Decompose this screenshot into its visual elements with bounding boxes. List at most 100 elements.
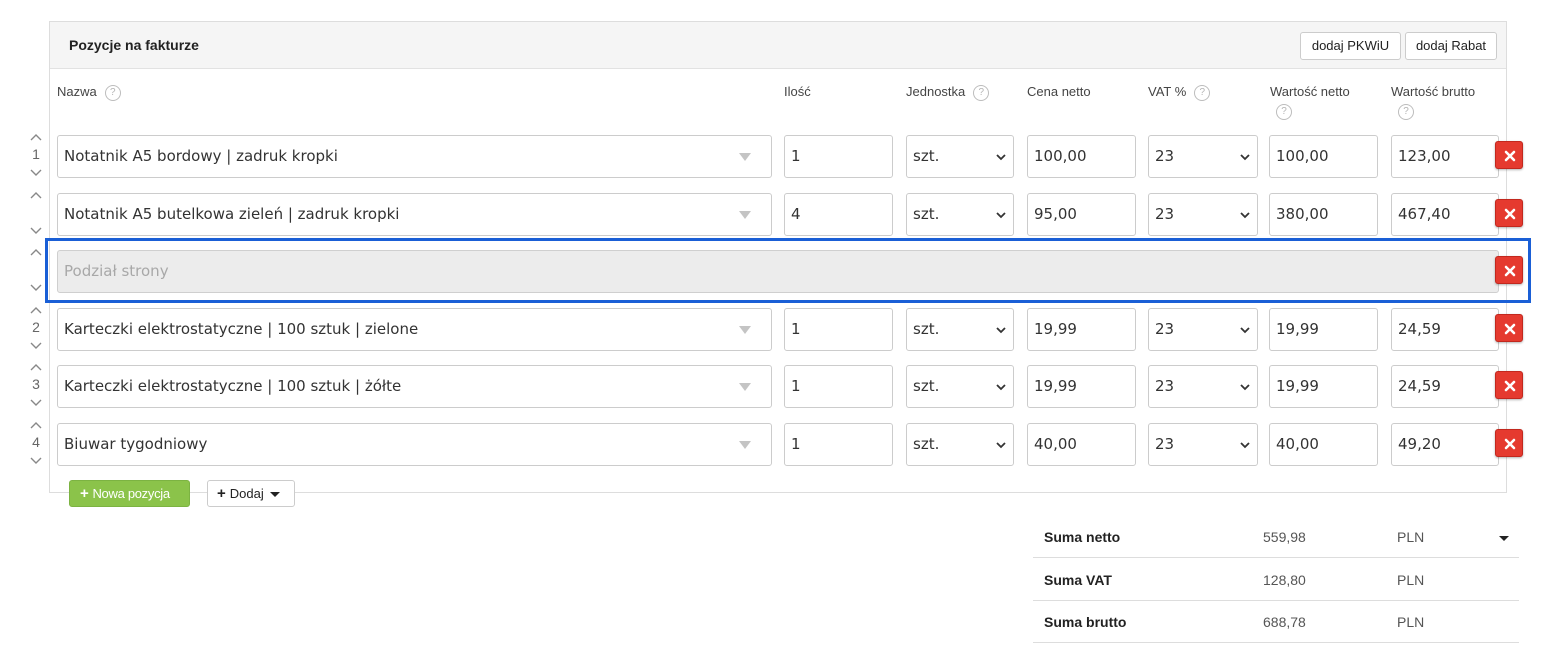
totals-currency: PLN	[1397, 529, 1425, 545]
price-net-input[interactable]: 100,00	[1027, 135, 1136, 178]
help-icon[interactable]: ?	[104, 84, 121, 101]
table-row: 2 Karteczki elektrostatyczne | 100 sztuk…	[0, 305, 1558, 352]
price-net-input[interactable]: 19,99	[1027, 365, 1136, 408]
vat-select[interactable]: 23	[1148, 193, 1258, 236]
value-net-input[interactable]: 380,00	[1269, 193, 1378, 236]
totals-row: Suma netto 559,98 PLN	[1033, 516, 1519, 558]
quantity-input[interactable]: 1	[784, 365, 893, 408]
help-icon[interactable]: ?	[973, 84, 990, 101]
value-gross-input[interactable]: 467,40	[1391, 193, 1499, 236]
vat-value: 23	[1155, 147, 1175, 165]
item-name-combobox[interactable]: Karteczki elektrostatyczne | 100 sztuk |…	[57, 308, 772, 351]
vat-value: 23	[1155, 320, 1175, 338]
value-net-input[interactable]: 100,00	[1269, 135, 1378, 178]
chevron-up-icon[interactable]	[30, 190, 42, 200]
vat-value: 23	[1155, 435, 1175, 453]
chevron-down-icon	[1240, 154, 1250, 161]
add-pkwiu-button[interactable]: dodaj PKWiU	[1300, 32, 1401, 60]
chevron-up-icon[interactable]	[30, 305, 42, 315]
column-header-unit-label: Jednostka	[906, 84, 966, 99]
delete-row-button[interactable]	[1495, 199, 1523, 227]
value-gross-input[interactable]: 49,20	[1391, 423, 1499, 466]
item-name-combobox[interactable]: Biuwar tygodniowy	[57, 423, 772, 466]
row-number: 1	[32, 146, 40, 162]
chevron-down-icon[interactable]	[30, 341, 42, 351]
value-net-input[interactable]: 19,99	[1269, 365, 1378, 408]
combo-caret-icon	[739, 326, 751, 334]
add-label: Dodaj	[229, 486, 264, 501]
chevron-down-icon	[996, 154, 1006, 161]
value-gross-input[interactable]: 123,00	[1391, 135, 1499, 178]
close-icon	[1504, 323, 1516, 335]
chevron-down-icon	[996, 384, 1006, 391]
item-name-combobox[interactable]: Notatnik A5 butelkowa zieleń | zadruk kr…	[57, 193, 772, 236]
unit-select[interactable]: szt.	[906, 308, 1014, 351]
vat-select[interactable]: 23	[1148, 308, 1258, 351]
delete-row-button[interactable]	[1495, 256, 1523, 284]
plus-icon: +	[80, 485, 89, 502]
item-name-combobox[interactable]: Notatnik A5 bordowy | zadruk kropki	[57, 135, 772, 178]
delete-row-button[interactable]	[1495, 314, 1523, 342]
price-net-input[interactable]: 95,00	[1027, 193, 1136, 236]
combo-caret-icon	[739, 383, 751, 391]
quantity-input[interactable]: 1	[784, 135, 893, 178]
delete-row-button[interactable]	[1495, 371, 1523, 399]
delete-row-button[interactable]	[1495, 141, 1523, 169]
column-header-name: Nazwa?	[57, 84, 121, 101]
unit-value: szt.	[913, 147, 940, 165]
totals-value: 128,80	[1263, 572, 1306, 588]
caret-down-icon[interactable]	[1499, 536, 1509, 541]
add-dropdown-button[interactable]: + Dodaj	[207, 480, 295, 507]
column-header-vat: VAT %?	[1148, 84, 1211, 101]
unit-select[interactable]: szt.	[906, 193, 1014, 236]
vat-select[interactable]: 23	[1148, 135, 1258, 178]
item-name-value: Karteczki elektrostatyczne | 100 sztuk |…	[64, 320, 419, 338]
unit-value: szt.	[913, 435, 940, 453]
delete-row-button[interactable]	[1495, 429, 1523, 457]
chevron-down-icon[interactable]	[30, 226, 42, 236]
quantity-input[interactable]: 4	[784, 193, 893, 236]
row-reorder-control	[27, 244, 45, 296]
add-discount-button[interactable]: dodaj Rabat	[1405, 32, 1497, 60]
help-icon[interactable]: ?	[1194, 84, 1211, 101]
help-icon[interactable]: ?	[1398, 104, 1414, 120]
close-icon	[1504, 150, 1516, 162]
chevron-down-icon[interactable]	[30, 283, 42, 293]
unit-select[interactable]: szt.	[906, 135, 1014, 178]
chevron-down-icon	[1240, 442, 1250, 449]
close-icon	[1504, 208, 1516, 220]
price-net-input[interactable]: 19,99	[1027, 308, 1136, 351]
chevron-up-icon[interactable]	[30, 132, 42, 142]
quantity-input[interactable]: 1	[784, 423, 893, 466]
unit-value: szt.	[913, 377, 940, 395]
new-item-label: Nowa pozycja	[92, 486, 170, 501]
column-header-qty: Ilość	[784, 84, 811, 99]
price-net-input[interactable]: 40,00	[1027, 423, 1136, 466]
chevron-down-icon[interactable]	[30, 398, 42, 408]
quantity-input[interactable]: 1	[784, 308, 893, 351]
combo-caret-icon	[739, 441, 751, 449]
new-item-button[interactable]: + Nowa pozycja	[69, 480, 190, 507]
value-net-input[interactable]: 19,99	[1269, 308, 1378, 351]
page-break-row: Podział strony	[0, 249, 1558, 294]
column-header-name-label: Nazwa	[57, 84, 97, 99]
table-row: 1 Notatnik A5 bordowy | zadruk kropki 1 …	[0, 132, 1558, 179]
row-number: 2	[32, 319, 40, 335]
value-net-input[interactable]: 40,00	[1269, 423, 1378, 466]
chevron-up-icon[interactable]	[30, 362, 42, 372]
vat-value: 23	[1155, 377, 1175, 395]
chevron-down-icon[interactable]	[30, 456, 42, 466]
chevron-down-icon	[1240, 212, 1250, 219]
vat-select[interactable]: 23	[1148, 423, 1258, 466]
help-icon[interactable]: ?	[1276, 104, 1292, 120]
unit-select[interactable]: szt.	[906, 423, 1014, 466]
value-gross-input[interactable]: 24,59	[1391, 365, 1499, 408]
chevron-up-icon[interactable]	[30, 420, 42, 430]
unit-select[interactable]: szt.	[906, 365, 1014, 408]
vat-select[interactable]: 23	[1148, 365, 1258, 408]
item-name-value: Biuwar tygodniowy	[64, 435, 208, 453]
value-gross-input[interactable]: 24,59	[1391, 308, 1499, 351]
chevron-down-icon[interactable]	[30, 168, 42, 178]
item-name-combobox[interactable]: Karteczki elektrostatyczne | 100 sztuk |…	[57, 365, 772, 408]
chevron-up-icon[interactable]	[30, 247, 42, 257]
